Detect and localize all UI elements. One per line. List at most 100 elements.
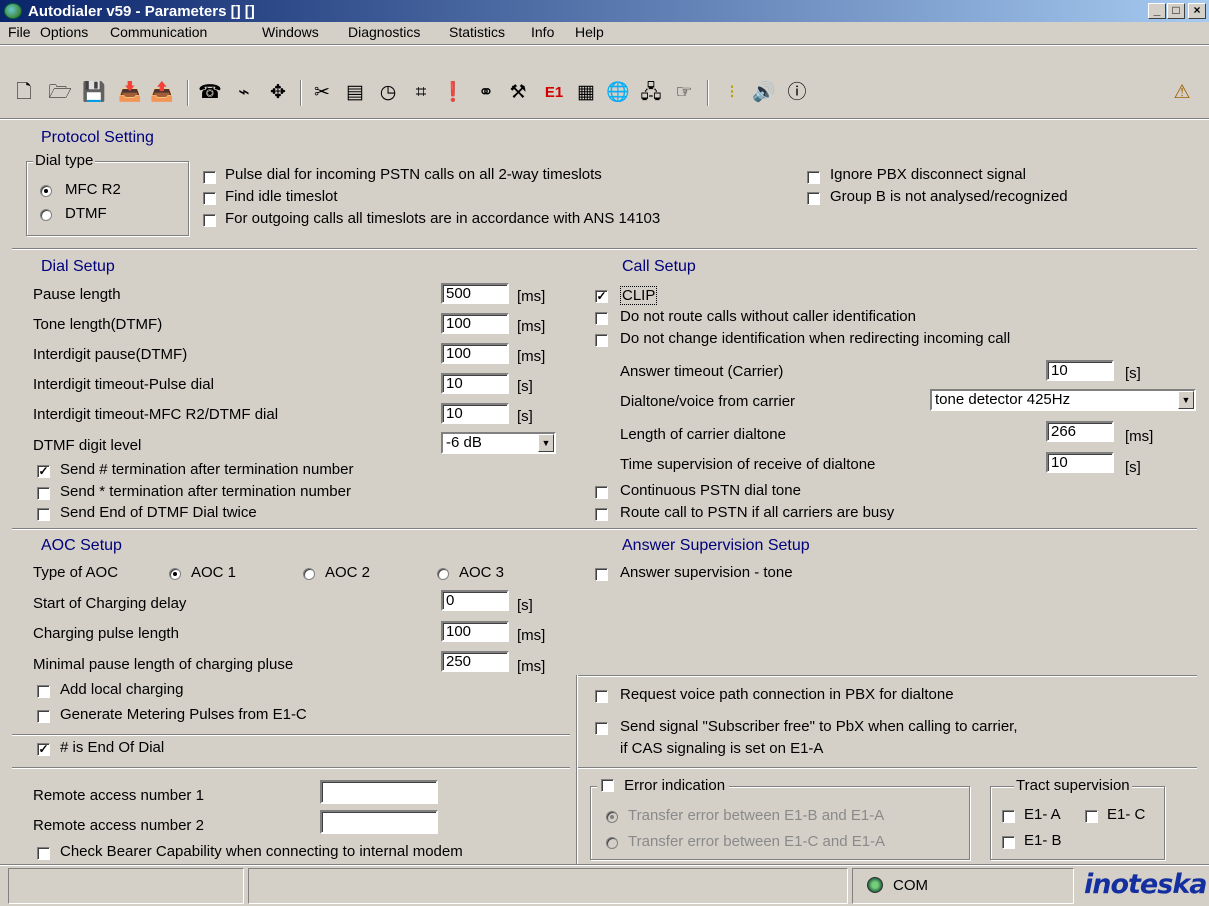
menu-diagnostics[interactable]: Diagnostics bbox=[348, 24, 420, 40]
menu-options[interactable]: Options bbox=[40, 24, 88, 40]
no-change-id-label: Do not change identification when redire… bbox=[620, 330, 1011, 347]
send-star-checkbox[interactable] bbox=[37, 487, 50, 500]
calendar-icon[interactable]: ▦ bbox=[574, 80, 598, 104]
pulse-dial-label: Pulse dial for incoming PSTN calls on al… bbox=[225, 166, 602, 183]
section-divider bbox=[12, 767, 570, 769]
menu-statistics[interactable]: Statistics bbox=[449, 24, 505, 40]
tract-e1a-checkbox[interactable] bbox=[1002, 810, 1015, 823]
window-title: Autodialer v59 - Parameters [] [] bbox=[28, 3, 255, 20]
subscriber-free-checkbox[interactable] bbox=[595, 722, 608, 735]
transfer-error-c-radio[interactable] bbox=[606, 837, 618, 849]
pause-length-input[interactable]: 500 bbox=[441, 283, 509, 304]
charging-pulse-input[interactable]: 100 bbox=[441, 621, 509, 642]
link-icon[interactable]: ⚭ bbox=[474, 80, 498, 104]
error-indication-checkbox[interactable] bbox=[601, 779, 614, 792]
sound-icon[interactable]: 🔊 bbox=[752, 80, 776, 104]
new-icon[interactable]: 🗋 bbox=[12, 80, 36, 104]
min-pause-input[interactable]: 250 bbox=[441, 651, 509, 672]
phone-icon[interactable]: ☎ bbox=[198, 80, 222, 104]
aoc3-radio[interactable] bbox=[437, 568, 449, 580]
import-icon[interactable]: 📥 bbox=[118, 80, 142, 104]
menu-file[interactable]: File bbox=[8, 24, 31, 40]
globe-icon[interactable]: 🌐 bbox=[606, 80, 630, 104]
hash-icon[interactable]: ⌗ bbox=[409, 80, 433, 104]
cable-icon[interactable]: ⌁ bbox=[232, 80, 256, 104]
send-hash-checkbox[interactable]: ✓ bbox=[37, 465, 50, 478]
dial-type-dtmf-radio[interactable] bbox=[40, 209, 52, 221]
dtmf-level-select[interactable]: -6 dB ▼ bbox=[441, 432, 556, 454]
end-of-dial-checkbox[interactable]: ✓ bbox=[37, 743, 50, 756]
transfer-error-b-radio[interactable] bbox=[606, 811, 618, 823]
tract-e1c-checkbox[interactable] bbox=[1085, 810, 1098, 823]
tools-icon[interactable]: ⚒ bbox=[506, 80, 530, 104]
interdigit-pulse-input[interactable]: 10 bbox=[441, 373, 509, 394]
dtmf-level-label: DTMF digit level bbox=[33, 437, 142, 454]
no-route-checkbox[interactable] bbox=[595, 312, 608, 325]
aoc1-radio[interactable] bbox=[169, 568, 181, 580]
section-divider bbox=[12, 528, 1197, 530]
no-change-id-checkbox[interactable] bbox=[595, 334, 608, 347]
cut-icon[interactable]: ✂ bbox=[310, 80, 334, 104]
remote-number2-input[interactable] bbox=[320, 810, 438, 834]
aoc2-label: AOC 2 bbox=[325, 564, 371, 581]
warning-icon[interactable]: ⚠ bbox=[1170, 80, 1194, 104]
charging-pulse-label: Charging pulse length bbox=[33, 625, 179, 642]
chevron-down-icon[interactable]: ▼ bbox=[538, 434, 554, 452]
remote-number1-label: Remote access number 1 bbox=[33, 787, 204, 804]
route-pstn-checkbox[interactable] bbox=[595, 508, 608, 521]
log-icon[interactable]: ▤ bbox=[343, 80, 367, 104]
info-icon[interactable]: ⓘ bbox=[785, 80, 809, 104]
send-end-dtmf-checkbox[interactable] bbox=[37, 508, 50, 521]
answer-tone-checkbox[interactable] bbox=[595, 568, 608, 581]
tone-length-input[interactable]: 100 bbox=[441, 313, 509, 334]
interdigit-pause-input[interactable]: 100 bbox=[441, 343, 509, 364]
ignore-pbx-checkbox[interactable] bbox=[807, 171, 820, 184]
open-icon[interactable]: 🗁 bbox=[48, 80, 72, 104]
voice-path-checkbox[interactable] bbox=[595, 690, 608, 703]
remote-number1-input[interactable] bbox=[320, 780, 438, 804]
traffic-light-icon[interactable]: ⁝ bbox=[720, 80, 744, 104]
alarm-icon[interactable]: ❗ bbox=[441, 80, 465, 104]
answer-timeout-unit: [s] bbox=[1125, 365, 1141, 382]
metering-pulses-checkbox[interactable] bbox=[37, 710, 50, 723]
export-icon[interactable]: 📤 bbox=[150, 80, 174, 104]
aoc2-radio[interactable] bbox=[303, 568, 315, 580]
menu-help[interactable]: Help bbox=[575, 24, 604, 40]
ans-14103-label: For outgoing calls all timeslots are in … bbox=[225, 210, 661, 227]
carrier-dialtone-input[interactable]: 266 bbox=[1046, 421, 1114, 442]
maximize-button[interactable]: □ bbox=[1167, 3, 1185, 19]
local-charging-checkbox[interactable] bbox=[37, 685, 50, 698]
vertical-divider bbox=[576, 675, 578, 865]
menu-windows[interactable]: Windows bbox=[262, 24, 319, 40]
send-hash-label: Send # termination after termination num… bbox=[60, 461, 354, 478]
close-button[interactable]: × bbox=[1188, 3, 1206, 19]
move-icon[interactable]: ✥ bbox=[266, 80, 290, 104]
answer-timeout-label: Answer timeout (Carrier) bbox=[620, 363, 784, 380]
time-supervision-input[interactable]: 10 bbox=[1046, 452, 1114, 473]
continuous-pstn-checkbox[interactable] bbox=[595, 486, 608, 499]
toolbar-separator bbox=[707, 80, 709, 106]
ans-14103-checkbox[interactable] bbox=[203, 214, 216, 227]
group-b-checkbox[interactable] bbox=[807, 192, 820, 205]
pointer-icon[interactable]: ☞ bbox=[672, 80, 696, 104]
chevron-down-icon[interactable]: ▼ bbox=[1178, 391, 1194, 409]
tract-e1b-checkbox[interactable] bbox=[1002, 836, 1015, 849]
charging-delay-input[interactable]: 0 bbox=[441, 590, 509, 611]
section-divider bbox=[12, 734, 570, 736]
network-icon[interactable]: 🖧 bbox=[639, 80, 663, 104]
pulse-dial-checkbox[interactable] bbox=[203, 171, 216, 184]
clock-icon[interactable]: ◷ bbox=[376, 80, 400, 104]
e1-icon[interactable]: E1 bbox=[539, 80, 569, 104]
save-icon[interactable]: 💾 bbox=[82, 80, 106, 104]
menu-communication[interactable]: Communication bbox=[110, 24, 207, 40]
dial-type-mfc-radio[interactable] bbox=[40, 185, 52, 197]
interdigit-mfc-input[interactable]: 10 bbox=[441, 403, 509, 424]
answer-supervision-title: Answer Supervision Setup bbox=[622, 537, 810, 554]
menu-info[interactable]: Info bbox=[531, 24, 554, 40]
answer-timeout-input[interactable]: 10 bbox=[1046, 360, 1114, 381]
minimize-button[interactable]: _ bbox=[1148, 3, 1166, 19]
find-idle-checkbox[interactable] bbox=[203, 192, 216, 205]
bearer-capability-checkbox[interactable] bbox=[37, 847, 50, 860]
dialtone-select[interactable]: tone detector 425Hz ▼ bbox=[930, 389, 1196, 411]
clip-checkbox[interactable]: ✓ bbox=[595, 290, 608, 303]
